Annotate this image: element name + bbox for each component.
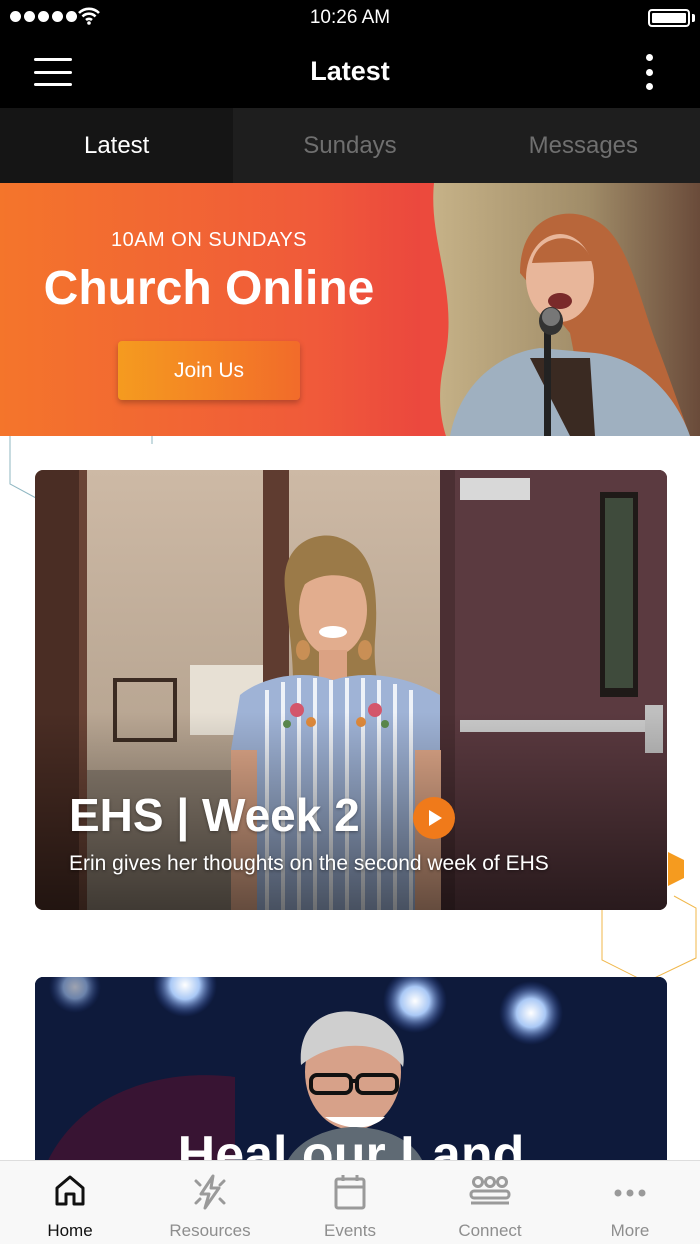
nav-more[interactable]: More [560,1161,700,1244]
nav-events-label: Events [324,1221,376,1240]
lightning-icon [194,1174,226,1210]
battery-icon [648,9,690,27]
tab-messages[interactable]: Messages [467,108,700,183]
overflow-menu-icon[interactable] [644,54,654,90]
banner-headline: Church Online [43,262,375,315]
tab-latest[interactable]: Latest [0,108,234,183]
group-icon [469,1176,511,1205]
app-header: Latest [0,36,700,108]
play-icon[interactable] [413,797,455,839]
content-card[interactable]: EHS | Week 2 Erin gives her thoughts on … [35,470,667,910]
nav-connect-label: Connect [458,1221,522,1240]
home-icon [55,1175,85,1206]
join-us-button[interactable]: Join Us [118,341,300,400]
calendar-icon [334,1175,366,1210]
banner-singer-photo [420,183,700,436]
tab-sundays[interactable]: Sundays [233,108,466,183]
nav-resources[interactable]: Resources [140,1161,280,1244]
content-card[interactable]: Heal our Land [35,977,667,1167]
page-title: Latest [310,56,390,86]
status-time: 10:26 AM [309,7,391,28]
nav-home-label: Home [47,1221,93,1240]
card-title: EHS | Week 2 [69,789,360,841]
nav-resources-label: Resources [169,1221,251,1240]
nav-events[interactable]: Events [280,1161,420,1244]
banner-kicker: 10AM ON SUNDAYS [110,229,308,251]
more-icon [614,1189,646,1197]
tab-bar: Latest Sundays Messages [0,108,700,183]
nav-home[interactable]: Home [0,1161,140,1244]
status-bar: 10:26 AM [0,0,700,36]
church-online-banner[interactable]: 10AM ON SUNDAYS Church Online Join Us [0,183,700,436]
bottom-nav: Home Resources Events Connect More [0,1160,700,1244]
card-subtitle: Erin gives her thoughts on the second we… [69,852,549,875]
nav-connect[interactable]: Connect [420,1161,560,1244]
card-photo [35,470,667,910]
nav-more-label: More [610,1221,650,1240]
